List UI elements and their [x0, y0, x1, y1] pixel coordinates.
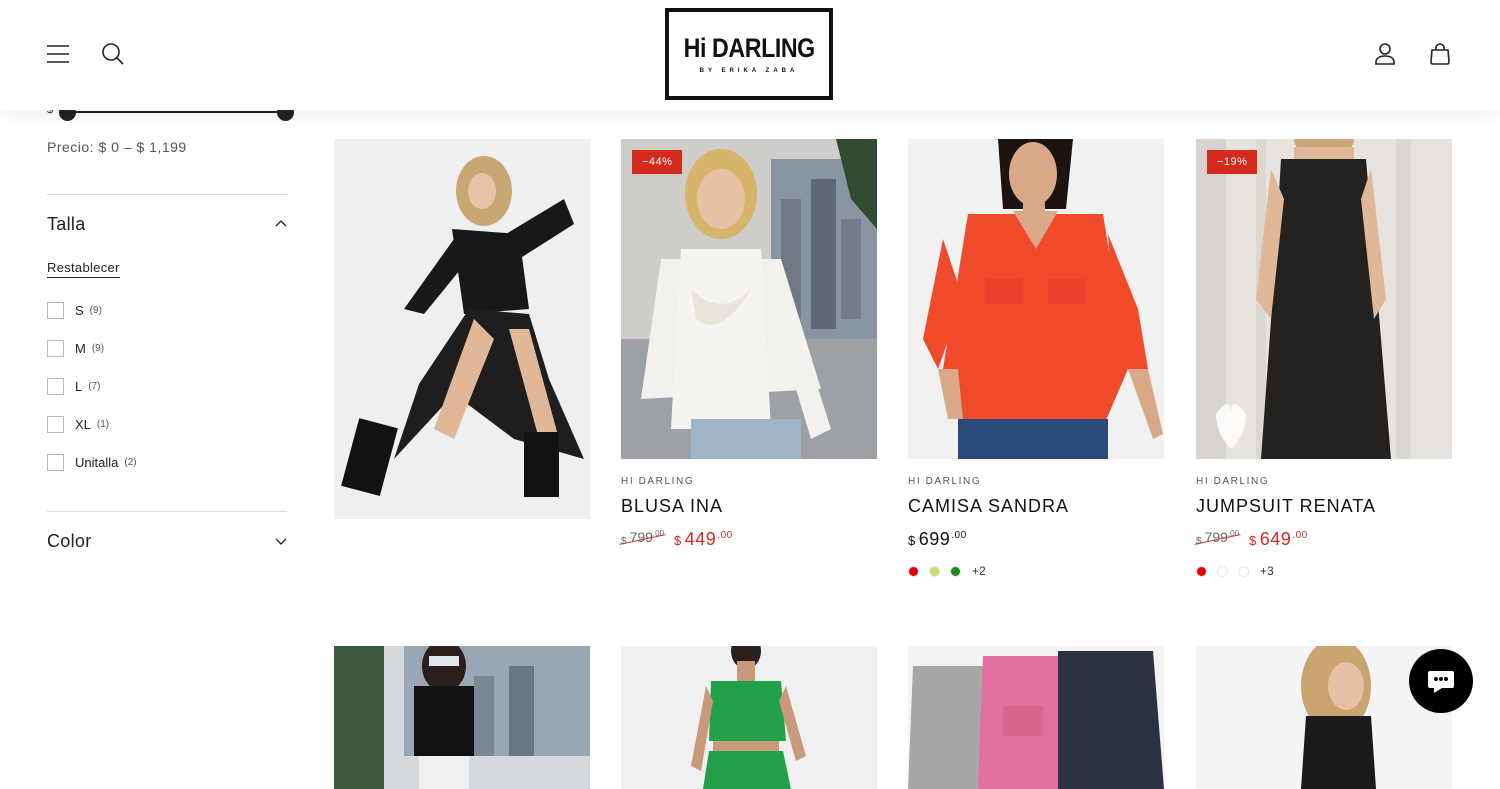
size-label: XL — [75, 417, 91, 432]
menu-icon[interactable] — [40, 36, 76, 72]
price-slider-track[interactable] — [67, 111, 287, 113]
swatch-green[interactable] — [950, 565, 961, 577]
size-label: M — [75, 341, 86, 356]
checkbox[interactable] — [47, 416, 64, 433]
price-cents: .00 — [951, 530, 967, 541]
size-count: (2) — [124, 457, 137, 468]
size-option-m[interactable]: M (9) — [47, 340, 104, 357]
size-count: (7) — [88, 381, 101, 392]
chevron-up-icon[interactable] — [275, 218, 287, 230]
filter-talla-title[interactable]: Talla — [47, 214, 86, 235]
account-icon[interactable] — [1367, 36, 1403, 72]
checkbox[interactable] — [47, 340, 64, 357]
more-swatches[interactable]: +3 — [1260, 564, 1274, 578]
filter-color-title[interactable]: Color — [47, 531, 92, 552]
discount-badge: −19% — [1207, 150, 1258, 174]
size-label: S — [75, 303, 84, 318]
swatch-white[interactable] — [1238, 565, 1249, 577]
checkbox[interactable] — [47, 302, 64, 319]
product-brand: HI DARLING — [621, 476, 695, 487]
size-option-unitalla[interactable]: Unitalla (2) — [47, 454, 137, 471]
size-option-xl[interactable]: XL (1) — [47, 416, 109, 433]
currency: $ — [908, 533, 916, 548]
cart-icon[interactable] — [1422, 36, 1458, 72]
currency: $ — [1196, 536, 1202, 547]
currency: $ — [1249, 533, 1257, 548]
price-value: 799 — [1204, 529, 1228, 545]
size-count: (9) — [91, 343, 105, 354]
product-image[interactable] — [621, 646, 877, 789]
more-swatches[interactable]: +2 — [972, 564, 986, 578]
swatch-red[interactable] — [1196, 565, 1207, 577]
product-brand: HI DARLING — [908, 476, 982, 487]
currency: $ — [674, 533, 682, 548]
price-cents: .00 — [1292, 530, 1308, 541]
size-label: Unitalla — [75, 455, 119, 470]
logo-subtext: BY ERIKA ZABA — [699, 67, 799, 74]
divider — [47, 511, 287, 512]
price-cents: .00 — [717, 530, 733, 541]
product-image[interactable] — [908, 646, 1164, 789]
brand-logo[interactable]: Hi DARLING BY ERIKA ZABA — [665, 8, 833, 100]
original-price: $799.00 — [621, 529, 664, 547]
size-count: (9) — [89, 305, 102, 316]
sale-price: $649.00 — [1249, 529, 1308, 550]
site-header: Hi DARLING BY ERIKA ZABA — [0, 0, 1500, 110]
product-image[interactable] — [334, 139, 590, 519]
chevron-down-icon[interactable] — [275, 535, 287, 547]
color-swatches: +2 — [908, 564, 986, 578]
search-icon[interactable] — [95, 36, 131, 72]
size-count: (1) — [96, 419, 110, 430]
sale-price: $449.00 — [674, 529, 733, 550]
price-row: $799.00 $449.00 — [621, 529, 733, 550]
product-name[interactable]: JUMPSUIT RENATA — [1196, 496, 1376, 517]
product-brand: HI DARLING — [1196, 476, 1270, 487]
price-row: $799.00 $649.00 — [1196, 529, 1308, 550]
product-image[interactable] — [908, 139, 1164, 459]
price-cents: .00 — [652, 529, 665, 538]
logo-text: Hi DARLING — [683, 32, 815, 63]
swatch-white[interactable] — [1217, 565, 1228, 577]
chat-icon — [1428, 671, 1454, 693]
swatch-lime[interactable] — [929, 565, 940, 577]
swatch-red[interactable] — [908, 565, 919, 577]
size-option-s[interactable]: S (9) — [47, 302, 102, 319]
price-range-label: Precio: $ 0 – $ 1,199 — [47, 139, 187, 155]
product-image[interactable]: −44% — [621, 139, 877, 459]
size-label: L — [75, 379, 83, 394]
checkbox[interactable] — [47, 454, 64, 471]
price-value: 699 — [918, 529, 951, 549]
color-swatches: +3 — [1196, 564, 1274, 578]
price-cents: .00 — [1227, 529, 1240, 538]
checkbox[interactable] — [47, 378, 64, 395]
chat-button[interactable] — [1409, 649, 1473, 713]
price-value: 449 — [684, 529, 717, 549]
reset-talla-link[interactable]: Restablecer — [47, 260, 120, 278]
currency: $ — [621, 536, 627, 547]
product-name[interactable]: BLUSA INA — [621, 496, 723, 517]
divider — [47, 194, 287, 195]
product-image[interactable] — [334, 646, 590, 789]
product-image[interactable]: −19% — [1196, 139, 1452, 459]
discount-badge: −44% — [632, 150, 683, 174]
price-value: 649 — [1259, 529, 1292, 549]
price-value: 799 — [629, 529, 653, 545]
original-price: $799.00 — [1196, 529, 1239, 547]
size-option-l[interactable]: L (7) — [47, 378, 100, 395]
price-row: $699.00 — [908, 529, 967, 550]
regular-price: $699.00 — [908, 529, 967, 550]
product-name[interactable]: CAMISA SANDRA — [908, 496, 1069, 517]
